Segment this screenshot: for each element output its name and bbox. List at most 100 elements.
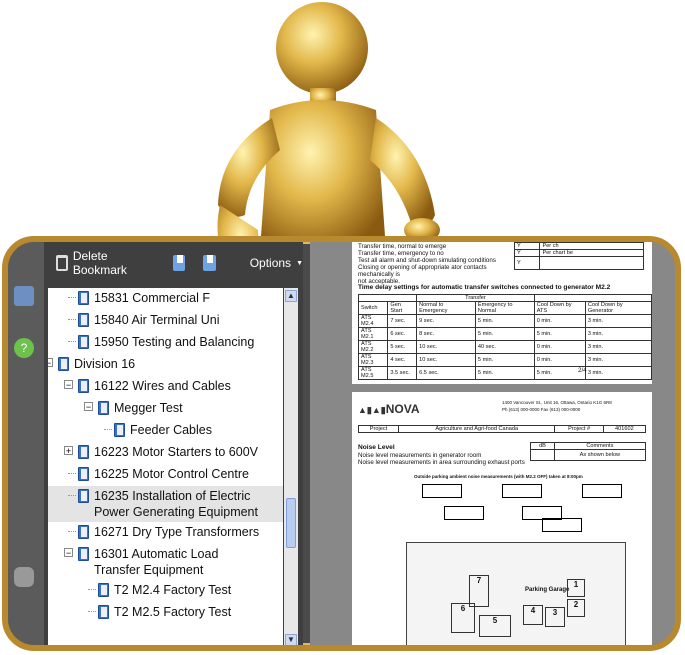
table-cell bbox=[530, 449, 555, 461]
table-header-cell: Emergency to Normal bbox=[474, 301, 535, 315]
bookmark-item[interactable]: 16271 Dry Type Transformers bbox=[48, 522, 283, 544]
table-cell: ATS M2.1 bbox=[357, 327, 389, 341]
bookmark-label: 16225 Motor Control Centre bbox=[94, 467, 249, 481]
bookmark-item[interactable]: − 16122 Wires and Cables bbox=[48, 376, 283, 398]
expand-bookmark-icon[interactable] bbox=[203, 255, 216, 271]
address-text: 1400 Vancouver St., Unit 16, Ottawa, Ont… bbox=[502, 400, 612, 405]
bookmark-item[interactable]: 15831 Commercial F bbox=[48, 288, 283, 310]
bookmark-item[interactable]: 15840 Air Terminal Uni bbox=[48, 310, 283, 332]
measurement-boxes bbox=[422, 484, 632, 544]
table-row: ATS M2.5 3.5 sec. 6.5 sec. 5 min. 5 min. 3 mi… bbox=[357, 366, 652, 380]
bookmark-item[interactable]: 15950 Testing and Balancing bbox=[48, 332, 283, 354]
phone-text: Ph (613) 000-0000 Fax (613) 000-0000 bbox=[502, 407, 581, 412]
text-line: Noise level measurements in area surroun… bbox=[358, 459, 525, 466]
bookmark-icon bbox=[78, 291, 89, 305]
table-cell: Y bbox=[513, 249, 541, 257]
tree-connector bbox=[68, 297, 76, 298]
tree-connector bbox=[68, 319, 76, 320]
bookmark-label-line2: Transfer Equipment bbox=[94, 563, 204, 577]
bookmark-item[interactable]: − 16301 Automatic Load Transfer Equipment bbox=[48, 544, 283, 580]
building-label: 6 bbox=[451, 603, 475, 633]
table-cell: 0 min. bbox=[533, 314, 586, 328]
table-header-cell: Cool Down by ATS bbox=[533, 301, 586, 315]
chevron-down-icon: ▼ bbox=[296, 259, 303, 267]
table-cell: Project bbox=[358, 425, 399, 433]
bookmark-label: 15950 Testing and Balancing bbox=[94, 335, 255, 349]
document-view[interactable]: Transfer time, normal to emerge Transfer… bbox=[310, 242, 675, 645]
collapse-toggle-icon[interactable]: − bbox=[64, 548, 73, 558]
bookmark-label: Division 16 bbox=[74, 357, 136, 371]
table-cell: 4 sec. bbox=[387, 353, 418, 367]
text-line: Transfer time, normal to emerge bbox=[358, 243, 447, 250]
table-cell: 3.5 sec. bbox=[387, 366, 418, 380]
scroll-up-arrow-icon[interactable]: ▲ bbox=[285, 290, 297, 302]
table-cell: Per chart be bbox=[539, 249, 644, 257]
nova-brand: NOVA bbox=[385, 402, 420, 416]
bookmark-item[interactable]: +16223 Motor Starters to 600V bbox=[48, 442, 283, 464]
table-cell: 40 sec. bbox=[474, 340, 535, 354]
table-header-cell: Gen Start bbox=[387, 301, 418, 315]
new-bookmark-icon[interactable] bbox=[173, 255, 186, 271]
time-delay-table: Transfer Switch Gen Start Normal to Emergen… bbox=[357, 294, 652, 380]
table-cell: 0 min. bbox=[533, 340, 586, 354]
bookmark-item[interactable]: − Megger Test bbox=[48, 398, 283, 420]
building-label: 1 bbox=[567, 579, 585, 597]
noise-level-title: Noise Level bbox=[358, 444, 395, 451]
bookmark-label: T2 M2.5 Factory Test bbox=[114, 605, 232, 619]
page1-text: Transfer time, normal to emerge Transfer… bbox=[358, 243, 523, 285]
nova-logo: ▲▮▲▮NOVA bbox=[358, 402, 420, 416]
bookmark-item[interactable]: T2 M2.4 Factory Test bbox=[48, 580, 283, 602]
bookmark-icon bbox=[98, 583, 109, 597]
table-cell: 3 min. bbox=[584, 327, 652, 341]
bookmark-item[interactable]: 16235 Installation of Electric Power Gene… bbox=[48, 486, 283, 522]
bookmark-icon bbox=[78, 489, 89, 503]
building-label: 4 bbox=[523, 605, 543, 625]
scrollbar-thumb[interactable] bbox=[286, 498, 296, 548]
building-label: 3 bbox=[545, 607, 565, 627]
collapse-toggle-icon[interactable]: − bbox=[48, 358, 53, 368]
building-label: 2 bbox=[567, 599, 585, 617]
collapse-toggle-icon[interactable]: − bbox=[64, 380, 73, 390]
bookmark-label: 15831 Commercial F bbox=[94, 291, 211, 305]
bookmark-tree: 15831 Commercial F 15840 Air Terminal Uni… bbox=[48, 288, 283, 645]
table-cell: 5 min. bbox=[474, 353, 535, 367]
bookmark-item[interactable]: T2 M2.5 Factory Test bbox=[48, 602, 283, 624]
app-window-frame: ? Delete Bookmark Options ▼ 15831 Commer… bbox=[2, 236, 681, 651]
bookmark-label: 16301 Automatic Load bbox=[94, 547, 219, 561]
tree-connector bbox=[68, 341, 76, 342]
bookmark-icon bbox=[114, 423, 125, 437]
bookmark-label: 16223 Motor Starters to 600V bbox=[94, 445, 258, 459]
table-group-header bbox=[357, 294, 418, 302]
help-icon[interactable]: ? bbox=[14, 338, 34, 358]
bookmark-item[interactable]: 16225 Motor Control Centre bbox=[48, 464, 283, 486]
table-cell: 10 sec. bbox=[416, 353, 476, 367]
scroll-down-arrow-icon[interactable]: ▼ bbox=[285, 634, 297, 645]
expand-toggle-icon[interactable]: + bbox=[64, 446, 73, 456]
bookmark-label: 15840 Air Terminal Uni bbox=[94, 313, 220, 327]
collapse-toggle-icon[interactable]: − bbox=[84, 402, 93, 412]
bookmark-icon bbox=[78, 547, 89, 561]
document-page-3: ▲▮▲▮NOVA 1400 Vancouver St., Unit 16, Ot… bbox=[352, 392, 652, 645]
options-menu-button[interactable]: Options ▼ bbox=[250, 256, 303, 270]
table-cell: 5 min. bbox=[474, 366, 535, 380]
bookmark-item[interactable]: Feeder Cables bbox=[48, 420, 283, 442]
tree-connector bbox=[88, 611, 96, 612]
pages-icon[interactable] bbox=[14, 286, 34, 306]
bookmarks-toolbar: Delete Bookmark Options ▼ bbox=[44, 242, 303, 284]
figure-caption: Outside parking ambient noise measuremen… bbox=[414, 474, 583, 479]
bookmark-icon bbox=[78, 445, 89, 459]
table-cell: Y bbox=[513, 242, 541, 250]
table-cell: 401602 bbox=[602, 425, 647, 433]
table-cell: 10 sec. bbox=[416, 340, 476, 354]
table-cell: dB bbox=[530, 442, 555, 450]
delete-bookmark-button[interactable]: Delete Bookmark bbox=[56, 249, 153, 277]
table-cell: 3 min. bbox=[584, 353, 652, 367]
bookmark-label: 16235 Installation of Electric bbox=[94, 489, 251, 503]
attachment-icon[interactable] bbox=[14, 567, 34, 587]
bookmark-item[interactable]: − Division 16 bbox=[48, 354, 283, 376]
page-number: 2/4 bbox=[578, 367, 587, 374]
vertical-scrollbar[interactable]: ▲ ▼ bbox=[284, 288, 298, 645]
map-label: Parking Garage bbox=[525, 587, 570, 593]
text-line: Noise level measurements in generator ro… bbox=[358, 452, 482, 459]
bookmark-icon bbox=[78, 467, 89, 481]
